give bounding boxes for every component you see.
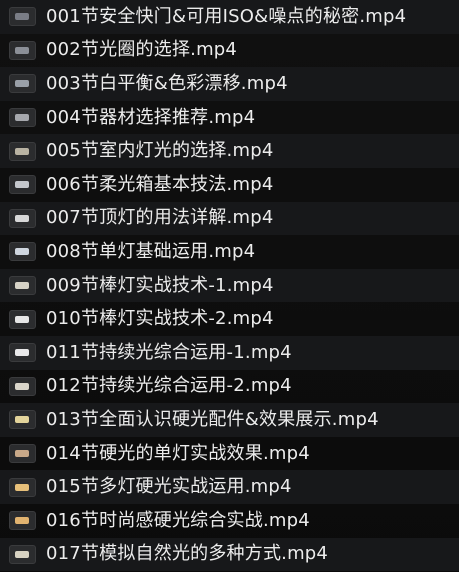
file-name: 008节单灯基础运用.mp4: [46, 240, 256, 262]
video-thumbnail-icon: [9, 544, 36, 564]
video-thumbnail-icon: [9, 242, 36, 262]
file-name: 006节柔光箱基本技法.mp4: [46, 173, 274, 195]
file-name: 014节硬光的单灯实战效果.mp4: [46, 442, 310, 464]
video-thumbnail-icon: [9, 309, 36, 329]
file-row[interactable]: 012节持续光综合运用-2.mp4: [0, 370, 459, 404]
file-row[interactable]: 005节室内灯光的选择.mp4: [0, 134, 459, 168]
file-row[interactable]: 007节顶灯的用法详解.mp4: [0, 201, 459, 236]
file-row[interactable]: 015节多灯硬光实战运用.mp4: [0, 470, 459, 504]
file-name: 003节白平衡&色彩漂移.mp4: [46, 72, 288, 94]
file-row[interactable]: 017节模拟自然光的多种方式.mp4: [0, 537, 459, 572]
file-name: 010节棒灯实战技术-2.mp4: [46, 308, 274, 330]
video-thumbnail-icon: [9, 276, 36, 296]
file-row[interactable]: 001节安全快门&可用ISO&噪点的秘密.mp4: [0, 0, 459, 34]
file-name: 011节持续光综合运用-1.mp4: [46, 341, 292, 363]
file-row[interactable]: 008节单灯基础运用.mp4: [0, 235, 459, 269]
video-thumbnail-icon: [9, 343, 36, 363]
file-row[interactable]: 003节白平衡&色彩漂移.mp4: [0, 67, 459, 101]
file-name: 002节光圈的选择.mp4: [46, 39, 238, 61]
file-row[interactable]: 016节时尚感硬光综合实战.mp4: [0, 504, 459, 538]
video-thumbnail-icon: [9, 444, 36, 464]
file-name: 017节模拟自然光的多种方式.mp4: [46, 543, 329, 565]
file-name: 001节安全快门&可用ISO&噪点的秘密.mp4: [46, 5, 407, 27]
video-thumbnail-icon: [9, 376, 36, 396]
file-name: 016节时尚感硬光综合实战.mp4: [46, 509, 310, 531]
file-name: 015节多灯硬光实战运用.mp4: [46, 476, 292, 498]
video-thumbnail-icon: [9, 7, 36, 27]
video-thumbnail-icon: [9, 40, 36, 60]
video-thumbnail-icon: [9, 141, 36, 161]
file-row[interactable]: 011节持续光综合运用-1.mp4: [0, 335, 459, 370]
file-name: 007节顶灯的用法详解.mp4: [46, 207, 274, 229]
video-thumbnail-icon: [9, 477, 36, 497]
file-row[interactable]: 013节全面认识硬光配件&效果展示.mp4: [0, 403, 459, 437]
file-name: 013节全面认识硬光配件&效果展示.mp4: [46, 408, 379, 430]
file-row[interactable]: 009节棒灯实战技术-1.mp4: [0, 268, 459, 303]
video-thumbnail-icon: [9, 208, 36, 228]
file-row[interactable]: 006节柔光箱基本技法.mp4: [0, 168, 459, 202]
video-thumbnail-icon: [9, 108, 36, 128]
video-thumbnail-icon: [9, 175, 36, 195]
file-list: 001节安全快门&可用ISO&噪点的秘密.mp4 002节光圈的选择.mp4 003…: [0, 0, 459, 572]
file-name: 012节持续光综合运用-2.mp4: [46, 375, 292, 397]
file-row[interactable]: 010节棒灯实战技术-2.mp4: [0, 302, 459, 336]
video-thumbnail-icon: [9, 74, 36, 94]
file-row[interactable]: 002节光圈的选择.mp4: [0, 34, 459, 68]
video-thumbnail-icon: [9, 410, 36, 430]
file-row[interactable]: 004节器材选择推荐.mp4: [0, 101, 459, 135]
video-thumbnail-icon: [9, 511, 36, 531]
file-name: 005节室内灯光的选择.mp4: [46, 140, 274, 162]
file-row[interactable]: 014节硬光的单灯实战效果.mp4: [0, 437, 459, 471]
file-name: 009节棒灯实战技术-1.mp4: [46, 274, 274, 296]
file-name: 004节器材选择推荐.mp4: [46, 106, 256, 128]
